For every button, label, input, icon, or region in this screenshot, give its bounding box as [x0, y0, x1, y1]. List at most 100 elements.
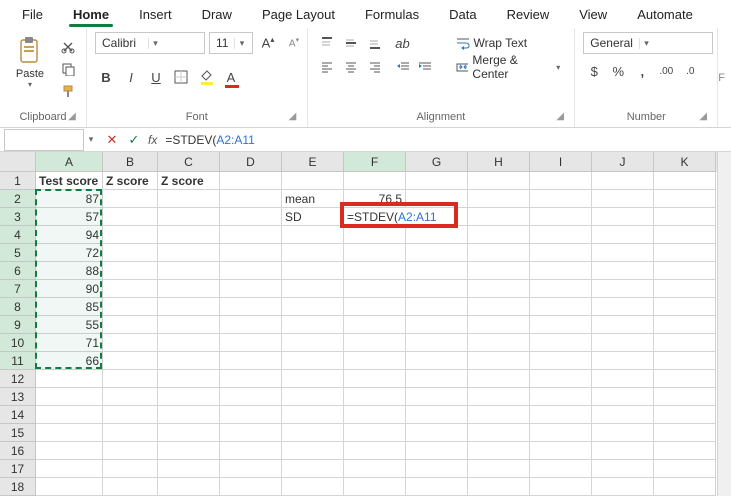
insert-function-button[interactable]: fx	[148, 133, 157, 147]
cell[interactable]	[103, 280, 158, 298]
cell[interactable]: 72	[36, 244, 103, 262]
cell[interactable]	[344, 280, 406, 298]
wrap-text-button[interactable]: Wrap Text	[450, 32, 567, 54]
row-header[interactable]: 14	[0, 406, 36, 424]
cell[interactable]	[282, 388, 344, 406]
cell[interactable]	[530, 298, 592, 316]
chevron-down-icon[interactable]: ▾	[556, 63, 560, 72]
vertical-scrollbar[interactable]	[717, 152, 731, 496]
cell[interactable]	[282, 352, 344, 370]
cell[interactable]	[654, 424, 716, 442]
cell[interactable]	[530, 172, 592, 190]
cell[interactable]	[220, 388, 282, 406]
cell[interactable]	[220, 298, 282, 316]
cell[interactable]	[220, 208, 282, 226]
row-header[interactable]: 6	[0, 262, 36, 280]
row-header[interactable]: 2	[0, 190, 36, 208]
cell[interactable]	[36, 478, 103, 496]
cell[interactable]	[468, 280, 530, 298]
cell[interactable]	[592, 424, 654, 442]
tab-review[interactable]: Review	[493, 3, 564, 26]
cell[interactable]	[103, 352, 158, 370]
cell[interactable]	[530, 208, 592, 226]
cell[interactable]	[654, 352, 716, 370]
cell[interactable]: 85	[36, 298, 103, 316]
cell[interactable]	[220, 334, 282, 352]
cell[interactable]	[282, 226, 344, 244]
format-painter-button[interactable]	[58, 82, 78, 100]
decrease-decimal-button[interactable]: .0	[679, 60, 701, 82]
cell[interactable]	[36, 460, 103, 478]
cell[interactable]	[103, 316, 158, 334]
cell[interactable]	[158, 244, 220, 262]
cell[interactable]	[158, 388, 220, 406]
cell[interactable]	[406, 280, 468, 298]
row-header[interactable]: 5	[0, 244, 36, 262]
row-header[interactable]: 18	[0, 478, 36, 496]
row-header[interactable]: 16	[0, 442, 36, 460]
cell[interactable]	[158, 442, 220, 460]
cell[interactable]	[406, 388, 468, 406]
cell[interactable]	[654, 190, 716, 208]
cell[interactable]	[530, 406, 592, 424]
cell[interactable]	[344, 460, 406, 478]
formula-input[interactable]: =STDEV(A2:A11	[163, 133, 731, 147]
cell[interactable]	[344, 172, 406, 190]
increase-indent-button[interactable]	[414, 56, 436, 78]
cell[interactable]	[220, 262, 282, 280]
cell[interactable]	[282, 406, 344, 424]
cell[interactable]	[406, 316, 468, 334]
cell[interactable]: 90	[36, 280, 103, 298]
cell[interactable]: SD	[282, 208, 344, 226]
align-bottom-button[interactable]	[364, 32, 386, 54]
cell[interactable]	[220, 406, 282, 424]
cell[interactable]	[103, 226, 158, 244]
cell[interactable]	[592, 316, 654, 334]
cell[interactable]	[654, 172, 716, 190]
cell[interactable]	[530, 370, 592, 388]
cell[interactable]: 71	[36, 334, 103, 352]
cell[interactable]	[468, 460, 530, 478]
align-top-button[interactable]	[316, 32, 338, 54]
col-header-K[interactable]: K	[654, 152, 716, 172]
cell[interactable]	[158, 298, 220, 316]
col-header-G[interactable]: G	[406, 152, 468, 172]
cell[interactable]	[592, 172, 654, 190]
cell[interactable]	[282, 478, 344, 496]
cell[interactable]	[406, 442, 468, 460]
cell[interactable]	[103, 334, 158, 352]
font-launcher-icon[interactable]: ◢	[287, 111, 299, 123]
cell[interactable]	[282, 442, 344, 460]
align-center-button[interactable]	[340, 56, 362, 78]
row-header[interactable]: 17	[0, 460, 36, 478]
cell[interactable]	[468, 406, 530, 424]
cell[interactable]	[592, 208, 654, 226]
select-all-button[interactable]	[0, 152, 36, 172]
cell[interactable]	[344, 442, 406, 460]
cell[interactable]	[530, 388, 592, 406]
cell[interactable]	[36, 388, 103, 406]
cell[interactable]	[406, 478, 468, 496]
cell[interactable]	[344, 226, 406, 244]
cell[interactable]	[654, 262, 716, 280]
name-box[interactable]	[4, 129, 84, 151]
cell[interactable]	[530, 352, 592, 370]
cell[interactable]	[103, 262, 158, 280]
cell[interactable]	[282, 370, 344, 388]
cell[interactable]	[282, 280, 344, 298]
accounting-format-button[interactable]: $	[583, 60, 605, 82]
cell[interactable]	[344, 424, 406, 442]
font-color-button[interactable]: A	[220, 66, 242, 88]
cell[interactable]	[158, 280, 220, 298]
cell[interactable]	[158, 316, 220, 334]
bold-button[interactable]: B	[95, 66, 117, 88]
cell[interactable]	[158, 478, 220, 496]
tab-data[interactable]: Data	[435, 3, 490, 26]
cell[interactable]: 66	[36, 352, 103, 370]
cell[interactable]	[220, 190, 282, 208]
row-header[interactable]: 1	[0, 172, 36, 190]
cell[interactable]	[592, 280, 654, 298]
cell[interactable]	[468, 424, 530, 442]
cell[interactable]: mean	[282, 190, 344, 208]
accept-formula-button[interactable]: ✓	[124, 130, 144, 150]
